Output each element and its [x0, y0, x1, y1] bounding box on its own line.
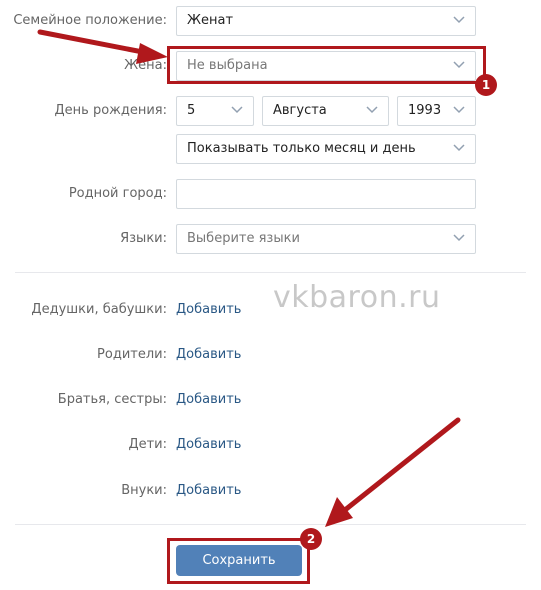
birthday-month-value: Августа [273, 103, 327, 118]
parents-label: Родители: [97, 347, 167, 362]
grandparents-label: Дедушки, бабушки: [31, 302, 167, 317]
add-siblings-link[interactable]: Добавить [176, 392, 241, 407]
chevron-down-icon [366, 106, 378, 114]
birthday-visibility-value: Показывать только месяц и день [187, 141, 416, 156]
save-highlight-frame [167, 538, 310, 584]
wife-highlight-frame [167, 46, 486, 84]
chevron-down-icon [231, 106, 243, 114]
marital-status-label: Семейное положение: [13, 13, 167, 28]
marital-status-select[interactable]: Женат [176, 6, 476, 36]
languages-placeholder: Выберите языки [187, 231, 300, 246]
birthday-year-select[interactable]: 1993 [397, 96, 476, 126]
section-divider [15, 524, 526, 525]
chevron-down-icon [453, 16, 465, 24]
birthday-day-value: 5 [187, 103, 196, 118]
add-grandparents-link[interactable]: Добавить [176, 302, 241, 317]
birthday-year-value: 1993 [408, 103, 442, 118]
step-marker-2: 2 [300, 528, 322, 550]
add-children-link[interactable]: Добавить [176, 437, 241, 452]
wife-label: Жена: [124, 58, 167, 73]
marital-status-value: Женат [187, 13, 234, 28]
birthday-day-select[interactable]: 5 [176, 96, 254, 126]
add-parents-link[interactable]: Добавить [176, 347, 241, 362]
hometown-label: Родной город: [68, 186, 167, 201]
birthday-label: День рождения: [54, 103, 168, 118]
chevron-down-icon [453, 106, 465, 114]
watermark: vkbaron.ru [273, 280, 441, 315]
section-divider [15, 272, 526, 273]
children-label: Дети: [128, 437, 167, 452]
grandchildren-label: Внуки: [121, 483, 167, 498]
birthday-visibility-select[interactable]: Показывать только месяц и день [176, 134, 476, 164]
chevron-down-icon [453, 144, 465, 152]
annotation-arrows [37, 29, 461, 527]
languages-label: Языки: [120, 231, 167, 246]
siblings-label: Братья, сестры: [57, 392, 167, 407]
birthday-month-select[interactable]: Августа [262, 96, 389, 126]
chevron-down-icon [453, 234, 465, 242]
arrow-to-save-button [325, 417, 461, 527]
hometown-input[interactable] [176, 179, 476, 209]
languages-select[interactable]: Выберите языки [176, 224, 476, 254]
add-grandchildren-link[interactable]: Добавить [176, 483, 241, 498]
step-marker-1: 1 [475, 74, 497, 96]
